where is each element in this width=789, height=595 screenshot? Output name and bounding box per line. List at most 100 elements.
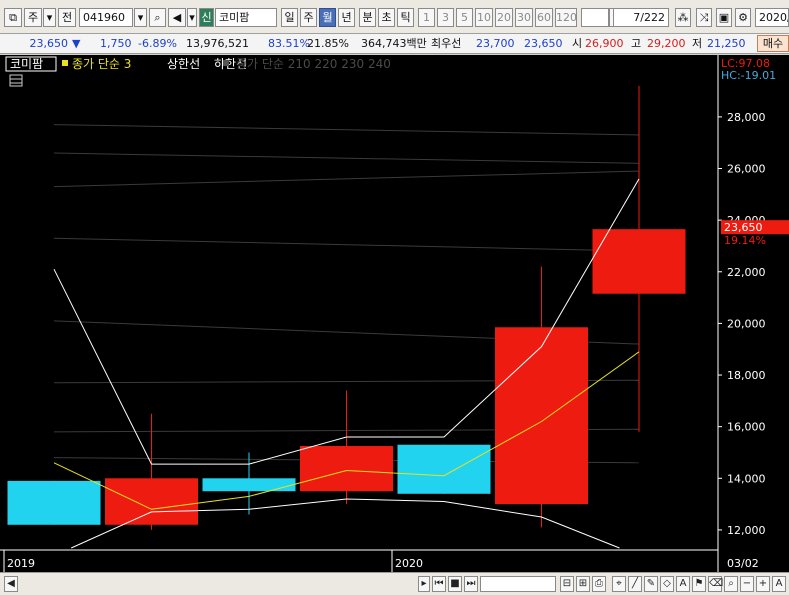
table-icon[interactable]: [9, 74, 23, 87]
interval-60[interactable]: 60: [535, 8, 553, 27]
volume-ratio: 83.51%: [268, 37, 310, 50]
legend-ma-label[interactable]: 종가 단순 3: [72, 57, 131, 71]
interval-10[interactable]: 10: [475, 8, 493, 27]
quote-bar: 23,650 ▼ 1,750 -6.89% 13,976,521 83.51% …: [0, 34, 789, 54]
marker-icon[interactable]: ⚑: [692, 576, 706, 592]
volume: 13,976,521: [186, 37, 249, 50]
bar-count-field[interactable]: 7/222: [613, 8, 669, 27]
chart-canvas[interactable]: 12,00014,00016,00018,00020,00022,00024,0…: [0, 55, 789, 572]
zoom-slider[interactable]: [480, 576, 556, 592]
save-icon[interactable]: ▣: [716, 8, 732, 27]
time-label: 2019: [7, 557, 35, 570]
price-tick-label: 16,000: [727, 421, 766, 434]
rewind-button[interactable]: ⏮: [432, 576, 446, 592]
open-price: 26,900: [585, 37, 624, 50]
period-week[interactable]: 주: [300, 8, 317, 27]
low-price: 21,250: [707, 37, 746, 50]
chevron-down-icon[interactable]: ▾: [134, 8, 147, 27]
price-chart[interactable]: 12,00014,00016,00018,00020,00022,00024,0…: [0, 55, 789, 572]
best-quote-label: 최우선: [431, 37, 462, 50]
custom-interval-input[interactable]: [581, 8, 609, 27]
grid-icon[interactable]: ⁂: [675, 8, 691, 27]
candle-body: [7, 480, 101, 525]
stock-name-field[interactable]: 코미팜: [215, 8, 277, 27]
chevron-down-icon[interactable]: ▾: [43, 8, 56, 27]
scroll-left-button[interactable]: ◀: [4, 576, 18, 592]
price-change-percent: -6.89%: [138, 37, 177, 50]
print-icon[interactable]: ⎙: [592, 576, 606, 592]
shrink-button[interactable]: −: [740, 576, 754, 592]
price-tick-label: 22,000: [727, 266, 766, 279]
tools-icon[interactable]: ⤨: [696, 8, 712, 27]
current-pct-label: 19.14%: [724, 234, 766, 247]
candle-body: [202, 478, 296, 492]
long-ma-line: [53, 170, 640, 188]
high-label: 고: [631, 37, 642, 50]
current-price: 23,650: [29, 37, 69, 50]
stop-button[interactable]: ■: [448, 576, 462, 592]
price-change: 1,750: [100, 37, 132, 50]
time-label: 2020: [395, 557, 423, 570]
interval-3[interactable]: 3: [437, 8, 454, 27]
legend-ma-swatch: [62, 60, 68, 66]
text-tool-icon[interactable]: A: [676, 576, 690, 592]
legend-long-ma-label[interactable]: 종가 단순 210 220 230 240: [236, 57, 391, 71]
hc-readout: HC:-19.01: [721, 69, 776, 82]
cursor-icon[interactable]: ⌖: [612, 576, 626, 592]
open-label: 시: [572, 37, 583, 50]
date-input[interactable]: 2020/: [755, 8, 789, 27]
period-tick[interactable]: 틱: [397, 8, 414, 27]
search-icon[interactable]: ⌕: [149, 8, 166, 27]
interval-5[interactable]: 5: [456, 8, 473, 27]
magnifier-icon[interactable]: ⌕: [724, 576, 738, 592]
scroll-right-button[interactable]: A: [772, 576, 786, 592]
legend-long-ma-swatch: [223, 60, 229, 66]
new-listing-badge: 신: [199, 8, 214, 27]
expand-button[interactable]: +: [756, 576, 770, 592]
market-select[interactable]: 주: [24, 8, 42, 27]
window-icon[interactable]: ⧉: [4, 8, 22, 27]
interval-20[interactable]: 20: [495, 8, 513, 27]
current-price-label: 23,650: [724, 221, 763, 234]
interval-1[interactable]: 1: [418, 8, 435, 27]
gear-icon[interactable]: ⚙: [735, 8, 751, 27]
down-arrow-icon: ▼: [72, 37, 81, 50]
price-tick-label: 26,000: [727, 163, 766, 176]
candle-body: [495, 327, 588, 505]
time-label: 03/02: [727, 557, 759, 570]
long-ma-line: [53, 237, 640, 252]
step-back-button[interactable]: ▸: [418, 576, 430, 592]
period-year[interactable]: 년: [338, 8, 355, 27]
price-tick-label: 28,000: [727, 111, 766, 124]
zoom-out-icon[interactable]: ⊟: [560, 576, 574, 592]
code-input[interactable]: 041960: [79, 8, 133, 27]
shape-icon[interactable]: ◇: [660, 576, 674, 592]
long-ma-line: [53, 124, 640, 136]
chart-legend: 코미팜 종가 단순 3 상한선 하한선 종가 단순 210 220 230 24…: [5, 56, 391, 87]
candle-body: [592, 229, 686, 294]
price-tick-label: 14,000: [727, 472, 766, 485]
period-month[interactable]: 월: [319, 8, 336, 27]
pen-icon[interactable]: ✎: [644, 576, 658, 592]
chart-scrollbar[interactable]: ◀ ▸ ⏮ ■ ⏭ ⊟ ⊞ ⎙ ⌖ ╱ ✎ ◇ A ⚑ ⌫ ⌕ − + A: [0, 572, 789, 595]
price-tick-label: 20,000: [727, 317, 766, 330]
trade-amount: 364,743백만: [361, 37, 427, 50]
low-label: 저: [692, 37, 703, 50]
period-second[interactable]: 초: [378, 8, 395, 27]
zoom-in-icon[interactable]: ⊞: [576, 576, 590, 592]
legend-stock-name[interactable]: 코미팜: [10, 57, 43, 71]
interval-120[interactable]: 120: [555, 8, 577, 27]
legend-upper-label[interactable]: 상한선: [167, 57, 200, 71]
speaker-icon[interactable]: ◀: [168, 8, 186, 27]
candle-body: [300, 446, 393, 492]
chevron-down-icon[interactable]: ▾: [187, 8, 197, 27]
price-tick-label: 18,000: [727, 369, 766, 382]
buy-button[interactable]: 매수: [757, 35, 789, 52]
interval-30[interactable]: 30: [515, 8, 533, 27]
fast-forward-button[interactable]: ⏭: [464, 576, 478, 592]
period-day[interactable]: 일: [281, 8, 298, 27]
line-tool-icon[interactable]: ╱: [628, 576, 642, 592]
period-minute[interactable]: 분: [359, 8, 376, 27]
eraser-icon[interactable]: ⌫: [708, 576, 723, 592]
turnover-ratio: 21.85%: [307, 37, 349, 50]
